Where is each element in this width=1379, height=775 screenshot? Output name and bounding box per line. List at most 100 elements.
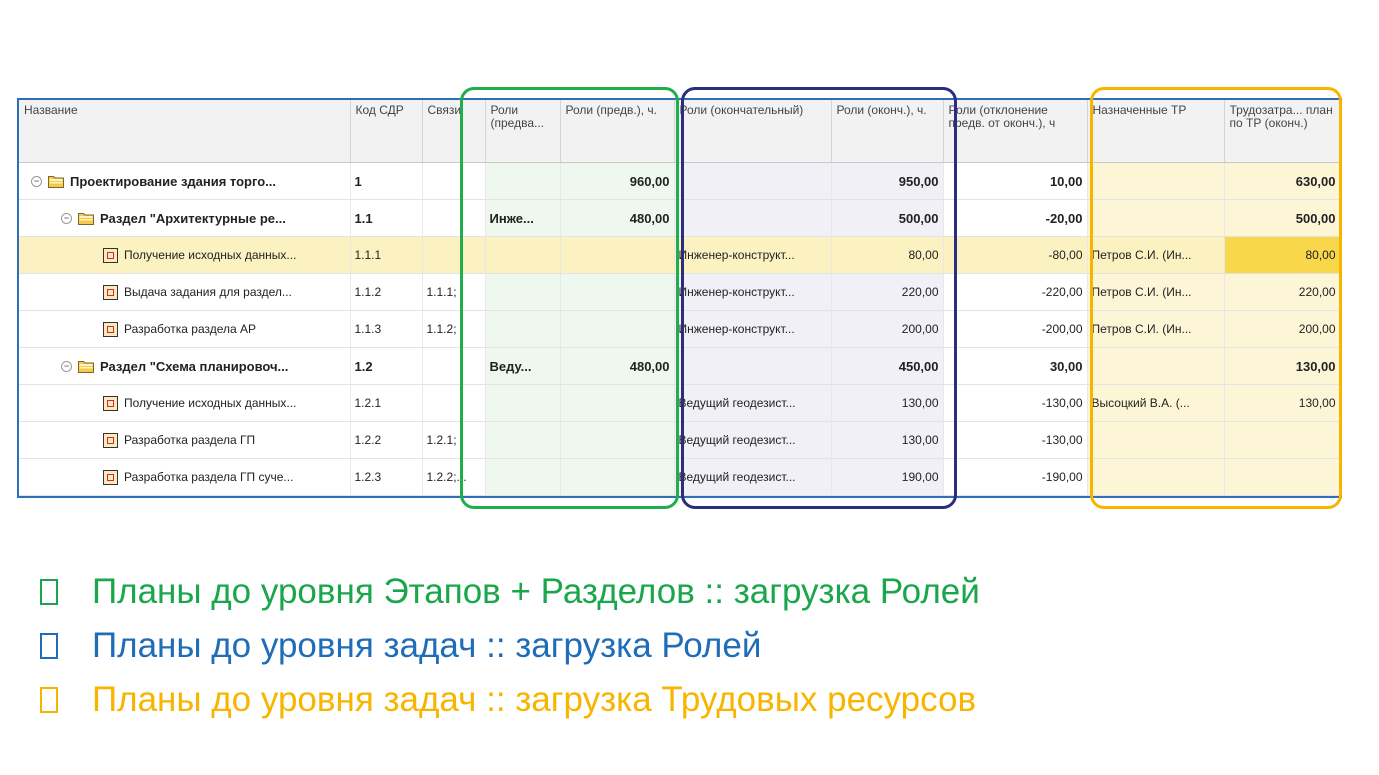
collapse-icon[interactable]: −: [61, 212, 72, 224]
table-row[interactable]: Получение исходных данных... 1.2.1 Ведущий…: [19, 384, 1340, 422]
col-header-name[interactable]: Название: [19, 100, 351, 163]
table-row[interactable]: − Проектирование здания торго... 1 960,00 95…: [19, 162, 1340, 200]
table-row[interactable]: − Раздел "Архитектурные ре... 1.1 Инже... 48…: [19, 199, 1340, 237]
col-header-role-pre[interactable]: Роли (предва...: [485, 100, 561, 163]
cell-labor-plan: 80,00: [1224, 236, 1340, 274]
row-name: Выдача задания для раздел...: [124, 285, 292, 299]
cell-deviation: -80,00: [943, 236, 1088, 274]
table-row[interactable]: Разработка раздела ГП 1.2.2 1.2.1; Ведущий …: [19, 421, 1340, 459]
row-name: Разработка раздела ГП суче...: [124, 470, 294, 484]
bullet-item: Планы до уровня задач :: загрузка Трудов…: [40, 673, 980, 727]
bullet-item: Планы до уровня задач :: загрузка Ролей: [40, 619, 980, 673]
cell-name: Разработка раздела ГП: [19, 421, 351, 459]
cell-labor-plan: 630,00: [1224, 162, 1340, 200]
bullet-text: Планы до уровня задач :: загрузка Ролей: [92, 626, 762, 665]
cell-assigned-resource: Высоцкий В.А. (...: [1087, 384, 1225, 422]
cell-name: Получение исходных данных...: [19, 384, 351, 422]
row-name: Проектирование здания торго...: [70, 173, 277, 189]
task-icon: [103, 247, 118, 263]
cell-labor-plan: 130,00: [1224, 384, 1340, 422]
cell-code: 1.2.1: [350, 384, 423, 422]
bullet-marker-icon: [40, 633, 58, 659]
cell-code: 1.1.2: [350, 273, 423, 311]
cell-role-pre: Инже...: [485, 199, 561, 237]
col-header-deviation[interactable]: Роли (отклонение предв. от оконч.), ч: [943, 100, 1088, 163]
cell-role-final: [674, 162, 832, 200]
table-row[interactable]: − Раздел "Схема планировоч... 1.2 Веду... 48…: [19, 347, 1340, 385]
bullet-text: Планы до уровня Этапов + Разделов :: заг…: [92, 572, 980, 611]
cell-assigned-resource: [1087, 162, 1225, 200]
cell-assigned-resource: Петров С.И. (Ин...: [1087, 273, 1225, 311]
cell-hours-final: 450,00: [831, 347, 944, 385]
col-header-hours-final[interactable]: Роли (оконч.), ч.: [831, 100, 944, 163]
row-name: Получение исходных данных...: [124, 396, 297, 410]
cell-assigned-resource: [1087, 421, 1225, 459]
cell-links: 1.2.1;: [422, 421, 486, 459]
cell-role-pre: [485, 458, 561, 496]
cell-deviation: -130,00: [943, 421, 1088, 459]
cell-role-pre: Веду...: [485, 347, 561, 385]
cell-hours-final: 80,00: [831, 236, 944, 274]
cell-links: [422, 384, 486, 422]
cell-links: [422, 162, 486, 200]
table-row[interactable]: Разработка раздела АР 1.1.3 1.1.2; Инженер-…: [19, 310, 1340, 348]
cell-assigned-resource: [1087, 347, 1225, 385]
cell-deviation: -190,00: [943, 458, 1088, 496]
cell-hours-pre: [560, 310, 675, 348]
cell-hours-final: 950,00: [831, 162, 944, 200]
cell-hours-pre: [560, 421, 675, 459]
cell-labor-plan: 130,00: [1224, 347, 1340, 385]
bullet-text: Планы до уровня задач :: загрузка Трудов…: [92, 680, 977, 719]
cell-role-pre: [485, 310, 561, 348]
cell-code: 1.2.3: [350, 458, 423, 496]
cell-name: Разработка раздела АР: [19, 310, 351, 348]
table-row[interactable]: Выдача задания для раздел... 1.1.2 1.1.1; И…: [19, 273, 1340, 311]
cell-role-final: Инженер-конструкт...: [674, 236, 832, 274]
cell-role-pre: [485, 421, 561, 459]
cell-labor-plan: [1224, 458, 1340, 496]
cell-deviation: 30,00: [943, 347, 1088, 385]
col-header-links[interactable]: Связи: [422, 100, 486, 163]
folder-icon: [48, 174, 64, 188]
cell-deviation: -200,00: [943, 310, 1088, 348]
col-header-hours-pre[interactable]: Роли (предв.), ч.: [560, 100, 675, 163]
cell-labor-plan: 500,00: [1224, 199, 1340, 237]
cell-hours-final: 200,00: [831, 310, 944, 348]
cell-deviation: -20,00: [943, 199, 1088, 237]
cell-role-final: Инженер-конструкт...: [674, 273, 832, 311]
collapse-icon[interactable]: −: [61, 360, 72, 372]
cell-links: [422, 347, 486, 385]
cell-name: Получение исходных данных...: [19, 236, 351, 274]
col-header-role-final[interactable]: Роли (окончательный): [674, 100, 832, 163]
col-header-code[interactable]: Код СДР: [350, 100, 423, 163]
wbs-table: Название Код СДР Связи Роли (предва... Р…: [19, 100, 1340, 496]
cell-hours-pre: 480,00: [560, 199, 675, 237]
cell-links: 1.2.2;...: [422, 458, 486, 496]
header-row: Название Код СДР Связи Роли (предва... Р…: [19, 100, 1340, 163]
cell-role-final: Ведущий геодезист...: [674, 458, 832, 496]
table-row[interactable]: Получение исходных данных... 1.1.1 Инженер…: [19, 236, 1340, 274]
cell-deviation: -130,00: [943, 384, 1088, 422]
cell-role-pre: [485, 384, 561, 422]
cell-name: Выдача задания для раздел...: [19, 273, 351, 311]
bullet-marker-icon: [40, 579, 58, 605]
cell-hours-pre: [560, 458, 675, 496]
cell-role-pre: [485, 162, 561, 200]
col-header-labor-plan[interactable]: Трудозатра... план по ТР (оконч.): [1224, 100, 1340, 163]
cell-name: Разработка раздела ГП суче...: [19, 458, 351, 496]
table-row[interactable]: Разработка раздела ГП суче... 1.2.3 1.2.2;…: [19, 458, 1340, 496]
cell-role-pre: [485, 273, 561, 311]
cell-code: 1.2: [350, 347, 423, 385]
cell-hours-pre: [560, 236, 675, 274]
cell-assigned-resource: Петров С.И. (Ин...: [1087, 310, 1225, 348]
cell-links: 1.1.1;: [422, 273, 486, 311]
collapse-icon[interactable]: −: [31, 175, 42, 187]
cell-hours-final: 220,00: [831, 273, 944, 311]
cell-hours-final: 500,00: [831, 199, 944, 237]
cell-role-final: Ведущий геодезист...: [674, 421, 832, 459]
cell-name: − Раздел "Архитектурные ре...: [19, 199, 351, 237]
cell-hours-final: 130,00: [831, 384, 944, 422]
cell-role-final: [674, 199, 832, 237]
cell-code: 1: [350, 162, 423, 200]
col-header-assigned-resources[interactable]: Назначенные ТР: [1087, 100, 1225, 163]
